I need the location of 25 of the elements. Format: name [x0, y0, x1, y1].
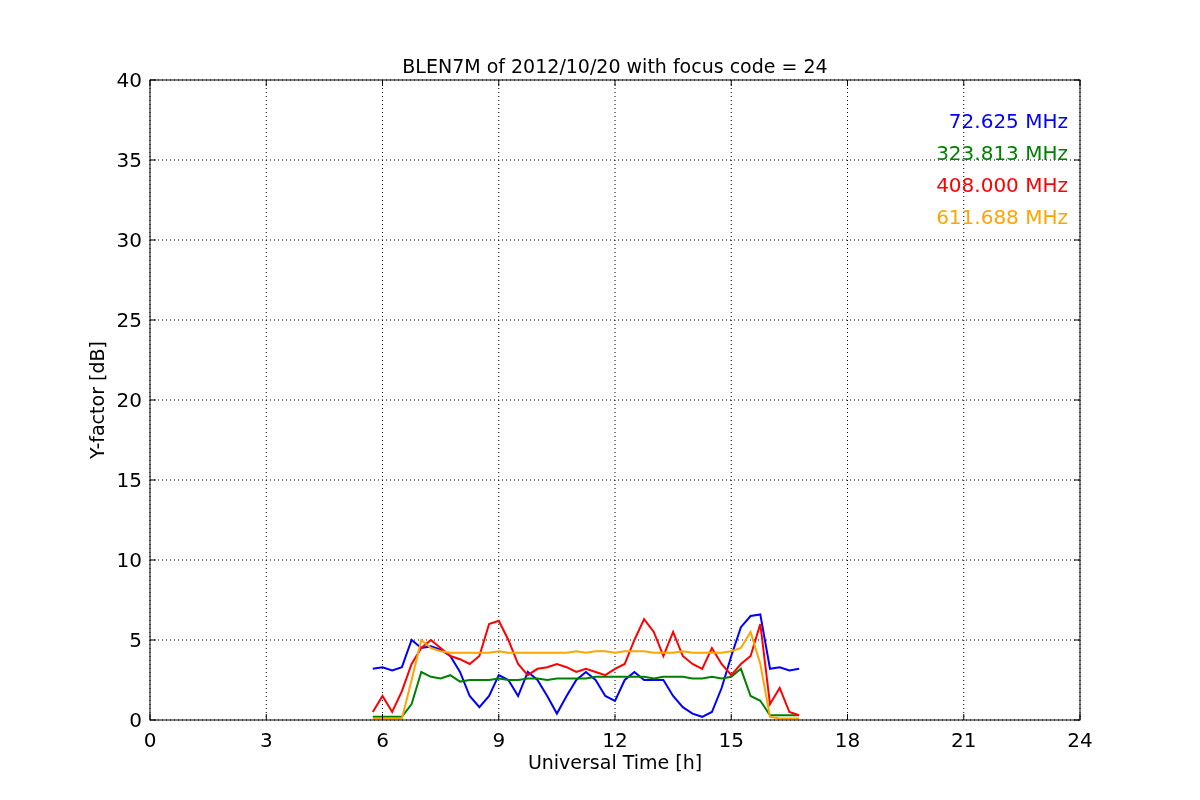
legend-entry: 323.813 MHz [936, 141, 1068, 165]
legend-entry: 408.000 MHz [936, 173, 1068, 197]
x-tick-label: 12 [602, 728, 628, 752]
y-tick-label: 5 [129, 628, 142, 652]
x-tick-label: 15 [718, 728, 744, 752]
chart-title: BLEN7M of 2012/10/20 with focus code = 24 [402, 55, 828, 77]
y-tick-label: 20 [116, 388, 142, 412]
x-axis-label: Universal Time [h] [527, 751, 703, 773]
x-tick-label: 0 [143, 728, 157, 752]
y-tick-label: 30 [116, 228, 142, 252]
y-tick-label: 10 [116, 548, 142, 572]
y-axis-label: Y-factor [dB] [86, 341, 108, 459]
y-tick-label: 35 [116, 148, 142, 172]
y-tick-label: 15 [116, 468, 142, 492]
y-tick-label: 0 [129, 708, 142, 732]
y-tick-label: 25 [116, 308, 142, 332]
x-tick-label: 18 [834, 728, 861, 752]
x-tick-label: 24 [1067, 728, 1093, 752]
y-tick-label: 40 [116, 68, 142, 92]
legend-entry: 72.625 MHz [948, 109, 1068, 133]
x-tick-label: 21 [951, 728, 977, 752]
x-tick-label: 3 [259, 728, 273, 752]
legend-entry: 611.688 MHz [936, 205, 1068, 229]
x-tick-label: 6 [376, 728, 389, 752]
x-tick-label: 9 [492, 728, 506, 752]
